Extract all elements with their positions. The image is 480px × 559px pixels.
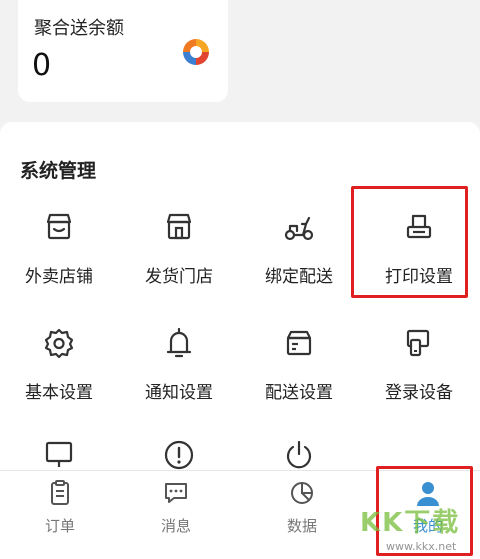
balance-title: 聚合送余额 (34, 18, 124, 39)
power-icon (286, 440, 312, 469)
grid-item-label: 绑定配送 (265, 267, 333, 287)
grid-item-bind-delivery[interactable]: 绑定配送 (240, 206, 358, 302)
grid-item-basic-settings[interactable]: 基本设置 (0, 322, 118, 418)
grid-item-shipping-store[interactable]: 发货门店 (120, 206, 238, 302)
section-title: 系统管理 (20, 160, 97, 182)
store-icon (46, 213, 72, 240)
grid-item-label: 发货门店 (145, 267, 213, 287)
grid-item-delivery-settings[interactable]: 配送设置 (240, 322, 358, 418)
scooter-icon (284, 216, 314, 241)
grid-item-waimai-store[interactable]: 外卖店铺 (0, 206, 118, 302)
tab-data[interactable]: 数据 (242, 471, 362, 559)
grid-item-label: 通知设置 (145, 383, 213, 403)
balance-card[interactable]: 聚合送余额 0 (18, 0, 228, 102)
grid-item-label: 配送设置 (265, 383, 333, 403)
bell-icon (166, 327, 192, 358)
grid-item-login-devices[interactable]: 登录设备 (360, 322, 478, 418)
devices-icon (406, 329, 430, 357)
grid-item-label: 登录设备 (385, 383, 453, 403)
shop-icon (166, 213, 192, 240)
chart-icon (291, 482, 313, 504)
gear-icon (44, 328, 74, 359)
message-icon (165, 483, 187, 503)
alert-icon (164, 440, 194, 470)
order-icon (51, 480, 69, 505)
monitor-icon (45, 441, 73, 467)
box-icon (286, 330, 312, 356)
tab-messages[interactable]: 消息 (116, 471, 236, 559)
watermark: KK下载 (360, 508, 461, 538)
tab-orders[interactable]: 订单 (0, 471, 120, 559)
tab-label: 订单 (44, 517, 75, 535)
aggregate-logo-icon (183, 39, 209, 65)
tab-label: 消息 (160, 517, 191, 535)
grid-item-label: 外卖店铺 (25, 267, 93, 287)
grid-item-label: 基本设置 (25, 383, 93, 403)
tab-label: 数据 (286, 517, 317, 535)
balance-value: 0 (32, 48, 52, 83)
grid-item-notification-settings[interactable]: 通知设置 (120, 322, 238, 418)
watermark-url: www.kkx.net (386, 540, 457, 553)
print-settings-highlight (351, 186, 468, 298)
